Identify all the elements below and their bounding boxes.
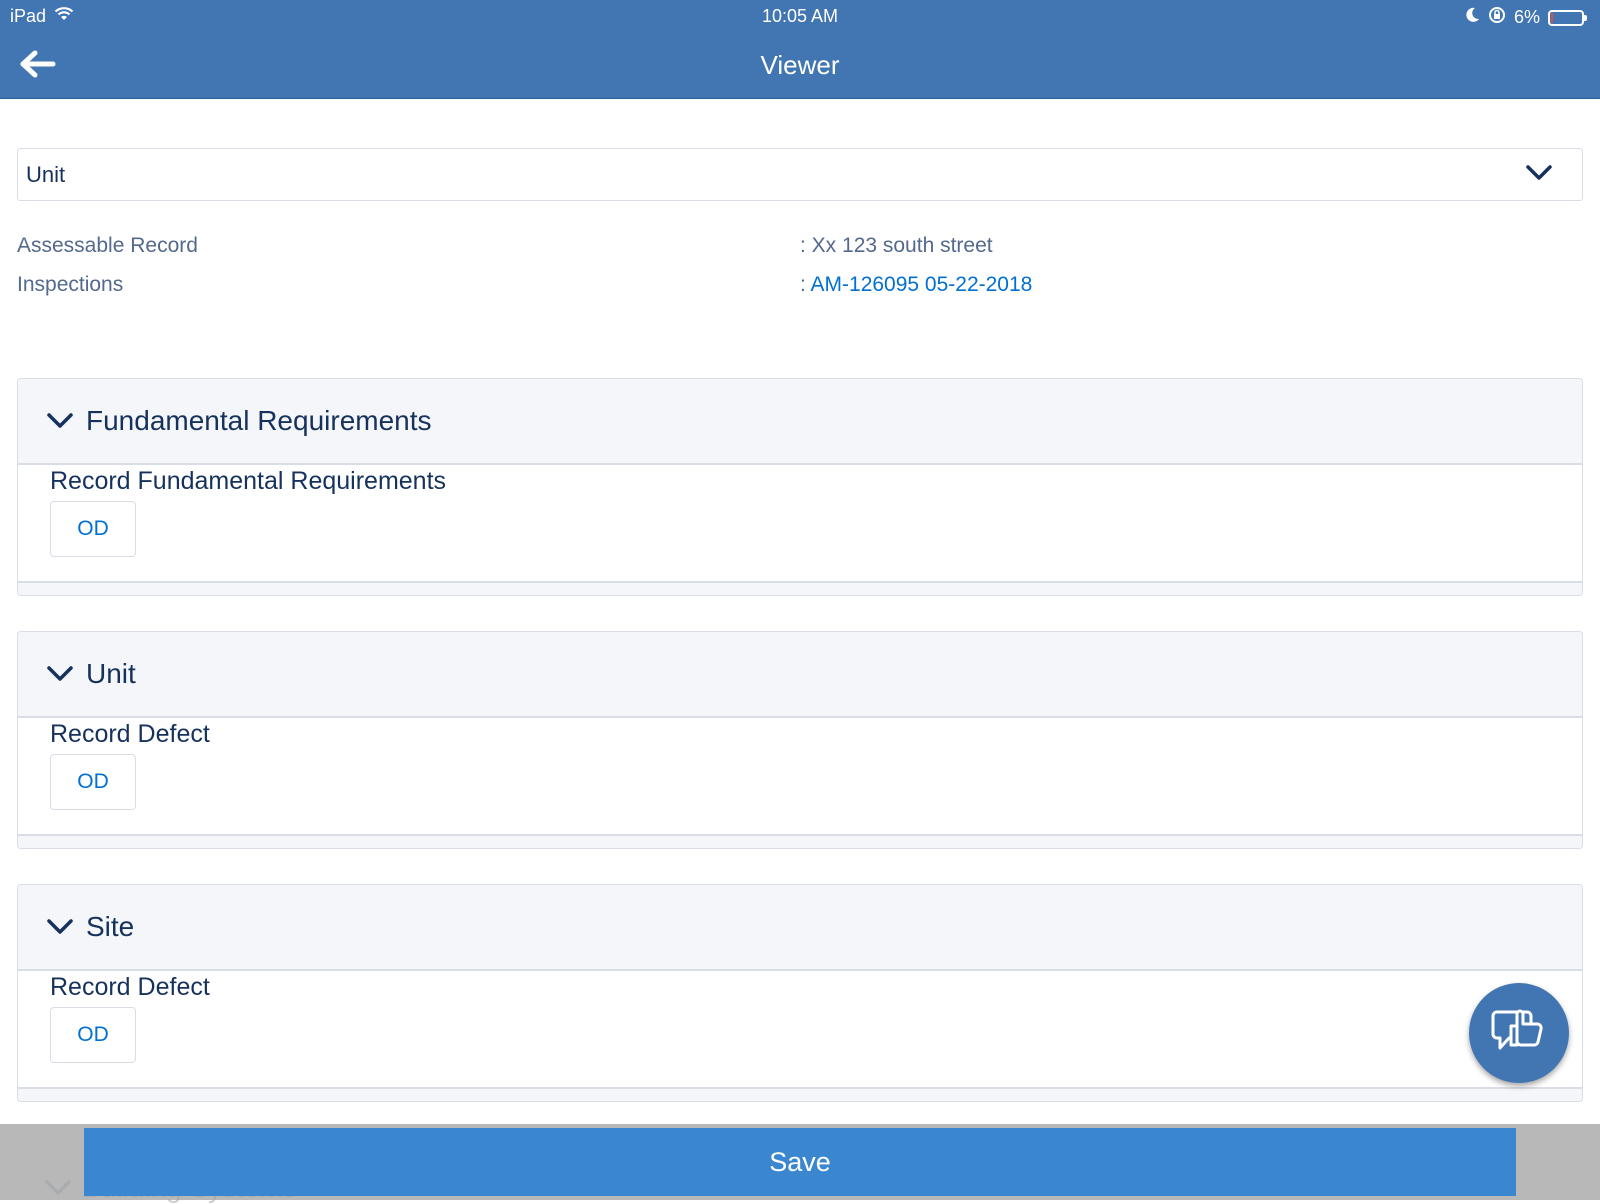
inspections-label: Inspections xyxy=(17,273,124,296)
inspections-value: : AM-126095 05-22-2018 xyxy=(800,273,1032,297)
chevron-down-icon xyxy=(44,1172,72,1204)
section-title: Fundamental Requirements xyxy=(86,405,432,436)
save-button[interactable]: Save xyxy=(84,1128,1516,1196)
section-body: Record Defect OD xyxy=(18,718,1582,834)
feedback-icon xyxy=(1491,1006,1547,1061)
assessable-record-label: Assessable Record xyxy=(17,234,198,257)
status-time: 10:05 AM xyxy=(761,6,839,26)
inspections-separator: : xyxy=(800,273,811,296)
rotation-lock-icon xyxy=(1488,6,1506,29)
section-header[interactable]: Site xyxy=(18,885,1582,971)
section-body: Record Defect OD xyxy=(18,971,1582,1087)
select-value: Unit xyxy=(26,161,66,187)
assessable-record-value: : Xx 123 south street xyxy=(800,234,993,257)
od-button[interactable]: OD xyxy=(50,501,136,557)
section-body: Record Fundamental Requirements OD xyxy=(18,465,1582,581)
od-button[interactable]: OD xyxy=(50,754,136,810)
battery-level xyxy=(1551,12,1553,23)
record-label: Record Defect xyxy=(50,973,210,1001)
category-select[interactable]: Unit xyxy=(17,148,1583,201)
section-header[interactable]: Fundamental Requirements xyxy=(18,379,1582,465)
inspection-link[interactable]: AM-126095 05-22-2018 xyxy=(811,273,1033,296)
section-header[interactable]: Unit xyxy=(18,632,1582,718)
battery-percent: 6% xyxy=(1513,7,1540,27)
top-bar: iPad 10:05 AM 6% Viewer xyxy=(0,0,1600,99)
status-bar: iPad 10:05 AM 6% xyxy=(0,0,1600,34)
page-title: Viewer xyxy=(760,50,840,80)
section-footer xyxy=(18,581,1582,595)
section-fundamental-requirements: Fundamental Requirements Record Fundamen… xyxy=(17,378,1583,596)
chevron-down-icon xyxy=(46,664,76,684)
nav-header: Viewer xyxy=(0,34,1600,98)
chevron-down-icon xyxy=(1526,164,1552,187)
chevron-down-icon xyxy=(46,411,76,431)
record-label: Record Fundamental Requirements xyxy=(50,467,447,495)
moon-icon xyxy=(1466,7,1480,28)
feedback-button[interactable] xyxy=(1469,983,1569,1083)
section-footer xyxy=(18,1087,1582,1101)
section-footer xyxy=(18,834,1582,848)
section-title: Unit xyxy=(86,658,136,689)
chevron-down-icon xyxy=(46,917,76,937)
section-site: Site Record Defect OD xyxy=(17,884,1583,1102)
record-label: Record Defect xyxy=(50,720,210,748)
section-title: Site xyxy=(86,911,135,942)
main-content: Unit Assessable Record : Xx 123 south st… xyxy=(0,99,1600,1124)
status-right: 6% xyxy=(1466,6,1587,29)
battery-icon xyxy=(1548,9,1587,26)
section-unit: Unit Record Defect OD xyxy=(17,631,1583,849)
od-button[interactable]: OD xyxy=(50,1007,136,1063)
